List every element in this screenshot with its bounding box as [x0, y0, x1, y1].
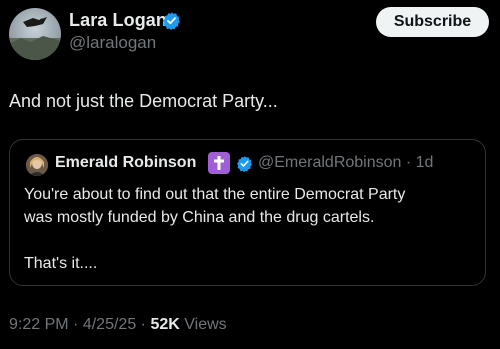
- quoted-tweet[interactable]: Emerald Robinson @EmeraldRobinson · 1d Y…: [9, 139, 486, 286]
- avatar-photo-icon: [9, 17, 61, 60]
- footer-separator: ·: [73, 316, 79, 333]
- tweet-time[interactable]: 9:22 PM: [9, 316, 69, 333]
- author-avatar[interactable]: [9, 8, 61, 60]
- views-count[interactable]: 52K: [150, 316, 179, 333]
- tweet-date[interactable]: 4/25/25: [83, 316, 136, 333]
- subscribe-button[interactable]: Subscribe: [376, 7, 489, 37]
- quoted-tweet-text: You're about to find out that the entire…: [24, 183, 476, 275]
- tweet-text: And not just the Democrat Party...: [9, 91, 278, 111]
- author-handle[interactable]: @laralogan: [69, 33, 156, 53]
- quoted-tweet-age[interactable]: 1d: [416, 154, 434, 171]
- tweet-footer: 9:22 PM · 4/25/25 · 52K Views: [9, 316, 227, 334]
- quoted-text-line: You're about to find out that the entire…: [24, 186, 406, 203]
- quoted-author-avatar[interactable]: [26, 154, 48, 176]
- footer-separator: ·: [140, 316, 146, 333]
- quoted-author-display-name[interactable]: Emerald Robinson: [55, 154, 196, 172]
- quoted-text-line: was mostly funded by China and the drug …: [24, 209, 375, 226]
- verified-badge-icon: [236, 156, 253, 172]
- quoted-text-line: That's it....: [24, 255, 98, 272]
- latin-cross-icon: [208, 152, 230, 174]
- quoted-author-handle[interactable]: @EmeraldRobinson: [258, 154, 401, 171]
- views-label: Views: [184, 316, 227, 333]
- quoted-meta: @EmeraldRobinson · 1d: [258, 154, 433, 172]
- author-display-name[interactable]: Lara Logan: [69, 10, 167, 31]
- verified-badge-icon: [163, 12, 180, 30]
- meta-separator: ·: [405, 154, 412, 171]
- avatar-photo-icon: [26, 154, 48, 176]
